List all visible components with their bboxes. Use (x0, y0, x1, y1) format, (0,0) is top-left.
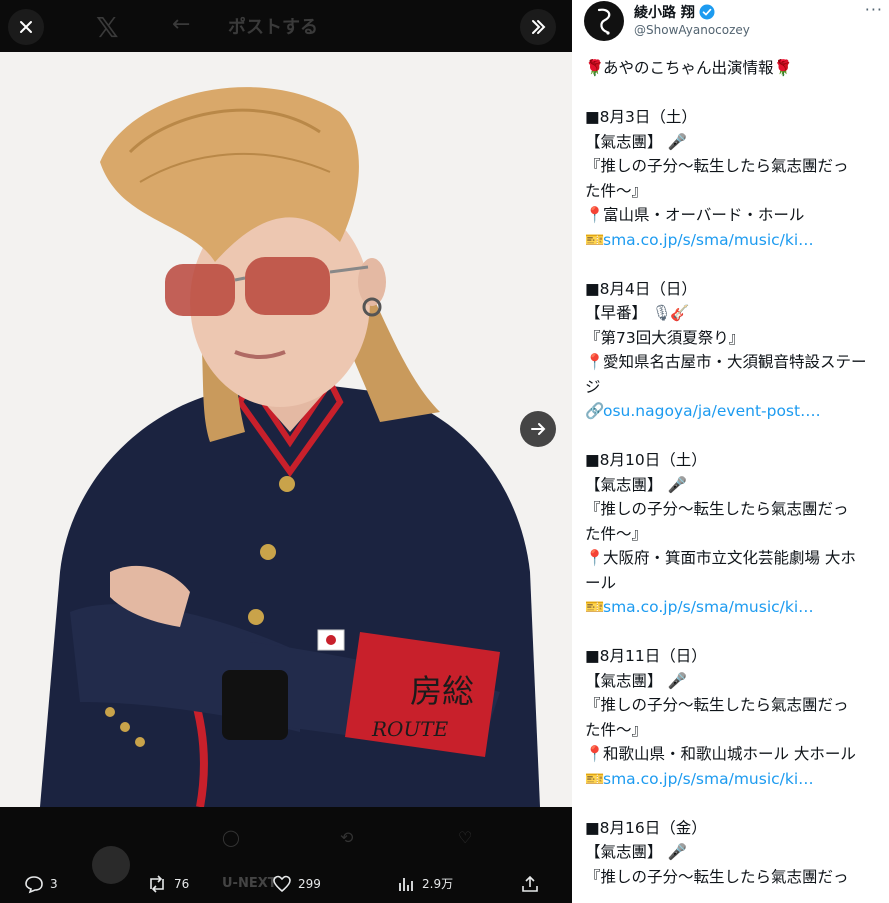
like-button[interactable]: 299 (272, 864, 321, 903)
reply-button[interactable]: 3 (24, 864, 58, 903)
repost-button[interactable]: 76 (146, 864, 189, 903)
reply-ghost-icon: ◯ (222, 828, 240, 847)
media-viewer: 𝕏 ← ポストする 房総 ROUTE ◯ ⟲ ♡ U-NEXT 3 76 299… (0, 0, 572, 903)
avatar-glyph-icon (597, 8, 611, 35)
close-icon (20, 21, 32, 33)
person-illustration: 房総 ROUTE (40, 87, 540, 807)
venue-line: ール (585, 573, 617, 592)
microphone-icon: 🎤 (667, 475, 687, 494)
band-line: 【氣志團】 🎤 (585, 669, 885, 694)
verified-badge-icon (699, 4, 715, 20)
pin-icon: 📍 (585, 206, 605, 224)
microphone-icon: 🎤 (667, 843, 687, 861)
rose-icon: 🌹 (773, 59, 793, 77)
date-line: ■8月3日（土） (585, 108, 697, 126)
views-chart-icon (399, 877, 413, 891)
event-link[interactable]: 🔗osu.nagoya/ja/event-post…. (585, 399, 885, 424)
ticket-icon: 🎫 (585, 230, 605, 249)
title-line: 『第73回大須夏祭り』 (585, 328, 745, 347)
title-line: 『推しの子分～転生したら氣志團だっ (585, 500, 849, 518)
view-count: 2.9万 (422, 877, 454, 891)
ticket-icon: 🎫 (585, 598, 605, 616)
venue-line: 📍大阪府・箕面市立文化芸能劇場 大ホ (585, 546, 885, 571)
date-line: ■8月11日（日） (585, 647, 707, 665)
tweet-detail: 綾小路 翔 @ShowAyanocozey ··· 🌹あやのこちゃん出演情報🌹 … (572, 0, 889, 903)
title-line: た件～』 (585, 524, 648, 543)
armband-jp-text: 房総 (410, 672, 474, 710)
expand-button[interactable] (520, 9, 556, 45)
pin-icon: 📍 (585, 353, 605, 371)
guitar-icon: 🎸 (669, 304, 690, 322)
author-handle[interactable]: @ShowAyanocozey (634, 23, 750, 37)
x-logo-icon: 𝕏 (96, 11, 119, 44)
like-ghost-icon: ♡ (458, 828, 473, 847)
microphone-icon: 🎤 (667, 671, 687, 690)
title-line: 『推しの子分～転生したら氣志團だっ (585, 696, 849, 714)
close-button[interactable] (8, 9, 44, 45)
band-line: 【氣志團】 🎤 (585, 473, 885, 498)
repost-ghost-icon: ⟲ (340, 828, 354, 847)
more-options-button[interactable]: ··· (865, 0, 883, 19)
band-line: 【氣志團】 🎤 (585, 840, 885, 865)
share-button[interactable] (520, 864, 540, 903)
media-header: 𝕏 ← ポストする (0, 0, 572, 52)
header-title: ポストする (228, 17, 318, 38)
repost-count: 76 (174, 876, 190, 891)
title-line: た件～』 (585, 720, 648, 739)
venue-line: ジ (585, 377, 601, 396)
date-line: ■8月16日（金） (585, 818, 707, 837)
display-name[interactable]: 綾小路 翔 (634, 2, 695, 22)
event-link[interactable]: 🎫sma.co.jp/s/sma/music/ki… (585, 228, 885, 253)
date-line: ■8月10日（土） (585, 451, 707, 469)
microphone-icon: 🎤 (667, 132, 687, 151)
armband-en-text: ROUTE (371, 717, 449, 741)
heart-icon (273, 875, 291, 892)
venue-line: 📍愛知県名古屋市・大須観音特設ステー (585, 350, 885, 375)
back-arrow-icon: ← (172, 12, 191, 37)
title-line: 『推しの子分～転生したら氣志團だっ (585, 157, 849, 175)
views-button[interactable]: 2.9万 (396, 864, 453, 903)
title-line: た件～』 (585, 181, 648, 200)
expand-icon (532, 20, 546, 34)
rose-icon: 🌹 (585, 59, 605, 77)
microphone-icon: 🎙 (651, 304, 672, 322)
author-name-row[interactable]: 綾小路 翔 (634, 2, 715, 22)
arrow-right-icon (531, 423, 546, 435)
avatar[interactable] (584, 1, 624, 41)
pin-icon: 📍 (585, 745, 605, 763)
tweet-photo[interactable]: 房総 ROUTE (0, 52, 572, 807)
band-line: 【早番】 🎙🎸 (585, 301, 885, 326)
engagement-bar: 3 76 299 2.9万 (0, 864, 572, 903)
announcement-heading: 🌹あやのこちゃん出演情報🌹 (585, 56, 885, 81)
next-image-button[interactable] (520, 411, 556, 447)
like-count: 299 (298, 876, 321, 891)
ticket-icon: 🎫 (585, 769, 605, 788)
event-link[interactable]: 🎫sma.co.jp/s/sma/music/ki… (585, 595, 885, 620)
share-icon (522, 875, 538, 892)
venue-line: 📍富山県・オーバード・ホール (585, 203, 885, 228)
date-line: ■8月4日（日） (585, 279, 697, 298)
link-icon: 🔗 (585, 402, 605, 420)
event-link[interactable]: 🎫sma.co.jp/s/sma/music/ki… (585, 767, 885, 792)
repost-icon (150, 874, 164, 893)
pin-icon: 📍 (585, 549, 605, 567)
venue-line: 📍和歌山県・和歌山城ホール 大ホール (585, 742, 885, 767)
tweet-body: 🌹あやのこちゃん出演情報🌹 ■8月3日（土） 【氣志團】 🎤 『推しの子分～転生… (585, 56, 885, 889)
title-line: 『推しの子分～転生したら氣志團だっ (585, 867, 849, 886)
reply-count: 3 (50, 876, 58, 891)
band-line: 【氣志團】 🎤 (585, 130, 885, 155)
reply-icon (25, 875, 43, 893)
